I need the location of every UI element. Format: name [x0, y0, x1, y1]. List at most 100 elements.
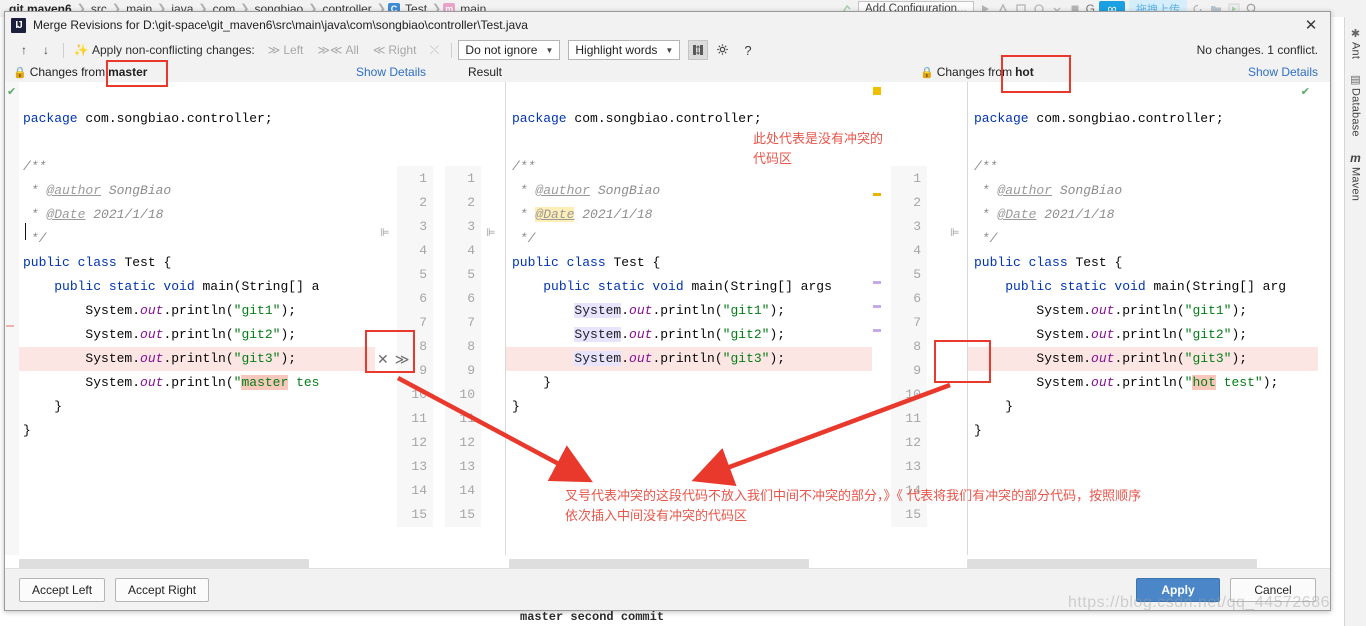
line-number: 11	[411, 411, 427, 426]
line-number: 7	[913, 315, 921, 330]
annotation-bottom-note: 叉号代表冲突的这段代码不放入我们中间不冲突的部分，》《 代表将我们有冲突的部分代…	[565, 487, 1325, 527]
line-number: 5	[913, 267, 921, 282]
next-difference-button[interactable]: ↓	[35, 40, 57, 60]
line-number: 12	[459, 435, 475, 450]
left-fold-icon[interactable]: ⊫	[380, 226, 390, 239]
line-number: 13	[411, 459, 427, 474]
magic-resolve-icon[interactable]: ✨	[70, 40, 92, 60]
tool-tab-maven[interactable]: Maven	[1350, 167, 1362, 201]
accept-left-button[interactable]: Accept Left	[19, 577, 106, 602]
line-number: 3	[419, 219, 427, 234]
chevron-down-icon: ▼	[665, 45, 674, 55]
apply-left-button[interactable]: ≫ Left	[268, 43, 304, 57]
tool-tab-database[interactable]: Database	[1350, 88, 1362, 137]
chevron-right-icon: ≫	[267, 43, 281, 57]
left-gutter: ✔	[5, 82, 19, 555]
left-diff-pane[interactable]: ✔ package com.songbiao.controller; /** *…	[5, 82, 375, 555]
cancel-button[interactable]: Cancel	[1230, 577, 1316, 602]
right-hscrollbar[interactable]	[967, 559, 1318, 568]
marker-yellow	[873, 193, 881, 196]
apply-left-label: Left	[283, 43, 304, 57]
annotation-box-hot	[1001, 55, 1071, 93]
pane-headers: 🔒 Changes from master Show Details Resul…	[5, 62, 1330, 82]
left-code: package com.songbiao.controller; /** * @…	[23, 111, 320, 438]
scroll-thumb[interactable]	[967, 559, 1257, 568]
help-button[interactable]: ?	[744, 43, 751, 58]
highlight-policy-value: Highlight words	[575, 43, 658, 57]
conflict-status-label: No changes. 1 conflict.	[1196, 43, 1318, 57]
scroll-thumb[interactable]	[19, 559, 309, 568]
tool-tab-ant[interactable]: Ant	[1350, 42, 1362, 59]
lock-icon: 🔒	[920, 66, 934, 79]
annotation-bottom-line1: 叉号代表冲突的这段代码不放入我们中间不冲突的部分，》《 代表将我们有冲突的部分代…	[565, 489, 1142, 504]
line-number: 6	[419, 291, 427, 306]
line-number: 10	[411, 387, 427, 402]
toolbar-separator	[451, 42, 453, 58]
line-number: 5	[467, 267, 475, 282]
dialog-toolbar: ↑ ↓ ✨ Apply non-conflicting changes: ≫ Le…	[5, 38, 1330, 62]
marker-warning	[873, 87, 881, 95]
settings-gear-icon[interactable]	[712, 40, 734, 60]
accept-right-button[interactable]: Accept Right	[115, 577, 210, 602]
apply-all-button[interactable]: ≫≪ All	[317, 43, 358, 57]
line-number: 10	[459, 387, 475, 402]
database-icon: ▤	[1350, 74, 1361, 87]
resolve-simple-icon[interactable]: ⤬	[423, 40, 445, 60]
maven-icon: m	[1350, 150, 1361, 165]
previous-difference-button[interactable]: ↑	[13, 40, 35, 60]
apply-button[interactable]: Apply	[1136, 577, 1220, 602]
chevron-down-icon: ▼	[545, 45, 554, 55]
dialog-footer: Accept Left Accept Right Apply Cancel	[5, 568, 1330, 610]
right-code: package com.songbiao.controller; /** * @…	[974, 111, 1287, 438]
toolbar-separator	[63, 42, 64, 58]
right-diff-pane[interactable]: package com.songbiao.controller; /** * @…	[967, 82, 1318, 555]
line-number: 13	[905, 459, 921, 474]
left-hscrollbar[interactable]	[19, 559, 379, 568]
left-conflict-marker	[6, 325, 14, 327]
annotation-top-line2: 代码区	[753, 152, 793, 167]
lock-icon: 🔒	[13, 66, 27, 79]
line-number: 2	[467, 195, 475, 210]
line-number: 12	[411, 435, 427, 450]
apply-right-button[interactable]: ≪ Right	[373, 43, 417, 57]
line-number: 11	[905, 411, 921, 426]
marker-purple	[873, 281, 881, 284]
dialog-title-bar: IJ Merge Revisions for D:\git-space\git_…	[5, 12, 1330, 38]
right-line-numbers: 1 2 3 4 5 6 7 8 9 10 11 12 13 14 15	[891, 166, 927, 527]
valid-checkmark-icon: ✔	[1300, 86, 1310, 98]
valid-checkmark-icon: ✔	[7, 86, 17, 98]
line-number: 5	[419, 267, 427, 282]
result-hscrollbar[interactable]	[505, 559, 883, 568]
close-icon[interactable]: ✕	[1298, 16, 1324, 34]
line-number: 14	[411, 483, 427, 498]
line-number: 12	[905, 435, 921, 450]
right-tool-window-bar: ✱ Ant ▤ Database m Maven	[1344, 17, 1366, 626]
scroll-thumb[interactable]	[509, 559, 809, 568]
line-number: 14	[459, 483, 475, 498]
annotation-box-right-actions	[934, 340, 991, 383]
result-fold-icon[interactable]: ⊫	[486, 226, 496, 239]
line-number: 9	[467, 363, 475, 378]
annotation-top-note: 此处代表是没有冲突的 代码区	[753, 130, 913, 170]
result-line-numbers-left: 1 2 3 4 5 6 7 8 9 10 11 12 13 14 15	[445, 166, 481, 527]
right-show-details-link[interactable]: Show Details	[1248, 65, 1318, 79]
dialog-title: Merge Revisions for D:\git-space\git_mav…	[33, 18, 528, 32]
collapse-unchanged-button[interactable]	[688, 40, 709, 60]
line-number: 15	[411, 507, 427, 522]
highlight-policy-select[interactable]: Highlight words ▼	[568, 40, 681, 60]
intellij-logo-icon: IJ	[11, 17, 26, 33]
line-number: 11	[459, 411, 475, 426]
annotation-box-left-actions	[365, 330, 415, 373]
annotation-bottom-line2: 依次插入中间没有冲突的代码区	[565, 509, 748, 524]
annotation-box-master	[106, 60, 168, 87]
apply-all-label: All	[345, 43, 359, 57]
left-show-details-link[interactable]: Show Details	[356, 65, 426, 79]
marker-purple	[873, 329, 881, 332]
line-number: 1	[913, 171, 921, 186]
line-number: 6	[467, 291, 475, 306]
ignore-policy-select[interactable]: Do not ignore ▼	[458, 40, 561, 60]
line-number: 9	[913, 363, 921, 378]
right-fold-icon[interactable]: ⊫	[950, 226, 960, 239]
line-number: 1	[419, 171, 427, 186]
line-number: 13	[459, 459, 475, 474]
